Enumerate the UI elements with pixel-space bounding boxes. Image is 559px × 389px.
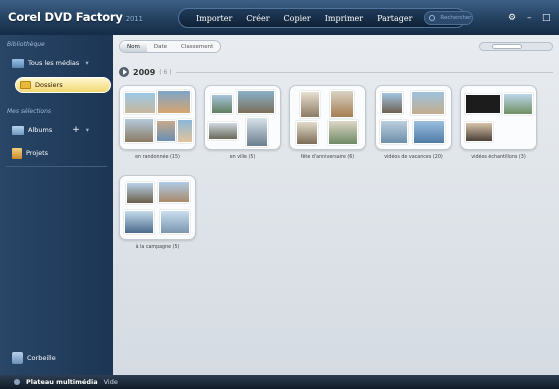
project-icon: [12, 147, 22, 159]
album-card[interactable]: vidéos de vacances (20): [375, 85, 452, 160]
album-label: en randonnée (15): [135, 155, 180, 160]
album-thumbnail[interactable]: [119, 85, 196, 150]
album-card[interactable]: à la campagne (5): [119, 175, 196, 250]
album-thumbnail[interactable]: [204, 85, 281, 150]
media-icon: [12, 58, 24, 68]
chevron-down-icon[interactable]: ▾: [86, 126, 89, 134]
sidebar-item-trash[interactable]: Corbeille: [12, 350, 56, 366]
photo-thumb: [156, 120, 176, 142]
tab-name[interactable]: Nom: [120, 41, 147, 52]
media-tray-bar[interactable]: Plateau multimédia Vide: [0, 375, 559, 389]
minimize-button[interactable]: –: [527, 13, 532, 23]
tab-date[interactable]: Date: [147, 41, 174, 52]
zoom-slider-knob[interactable]: [492, 44, 522, 49]
search-placeholder: Rechercher: [440, 15, 472, 21]
photo-thumb: [328, 120, 358, 145]
photo-thumb: [208, 122, 238, 140]
app-title: Corel DVD Factory 2011: [8, 10, 143, 24]
photo-thumb: [158, 181, 190, 203]
album-label: vidéos de vacances (20): [384, 155, 443, 160]
album-thumbnail[interactable]: [119, 175, 196, 240]
sidebar-item-projects[interactable]: Projets: [12, 146, 48, 160]
photo-thumb: [124, 118, 154, 143]
trash-icon: [12, 352, 23, 364]
year-label: 2009: [133, 67, 156, 77]
album-icon: [12, 125, 24, 135]
menu-partager[interactable]: Partager: [370, 14, 419, 23]
album-thumbnail[interactable]: [375, 85, 452, 150]
menu-creer[interactable]: Créer: [239, 14, 276, 23]
maximize-button[interactable]: □: [542, 13, 551, 23]
content-area: Nom Date Classement 2009 ( 6 ) en randon…: [113, 35, 559, 375]
video-thumb: [465, 122, 493, 142]
album-label: fête d'anniversaire (6): [300, 155, 355, 160]
year-group-header: 2009 ( 6 ): [119, 66, 553, 78]
photo-thumb: [177, 119, 193, 143]
sort-tabs: Nom Date Classement: [119, 40, 222, 53]
photo-thumb: [381, 92, 403, 114]
album-card[interactable]: fête d'anniversaire (6): [289, 85, 366, 160]
menu-importer[interactable]: Importer: [189, 14, 239, 23]
photo-thumb: [380, 120, 408, 144]
photo-thumb: [330, 90, 354, 118]
folder-icon: [20, 81, 31, 89]
album-thumbnail[interactable]: [460, 85, 537, 150]
tray-icon: [14, 379, 20, 385]
photo-thumb: [237, 90, 275, 114]
video-thumb: [465, 94, 501, 114]
photo-thumb: [296, 121, 318, 145]
zoom-slider[interactable]: [479, 42, 553, 51]
add-album-icon[interactable]: +: [72, 125, 80, 135]
year-count: ( 6 ): [159, 68, 172, 76]
library-label: Bibliothèque: [7, 41, 45, 48]
settings-icon[interactable]: ⚙: [508, 13, 516, 23]
album-card[interactable]: en ville (5): [204, 85, 281, 160]
play-icon[interactable]: [119, 67, 129, 77]
photo-thumb: [411, 91, 445, 115]
album-label: en ville (5): [229, 155, 256, 160]
menu-imprimer[interactable]: Imprimer: [318, 14, 370, 23]
tab-rating[interactable]: Classement: [174, 41, 220, 52]
album-thumbnail[interactable]: [289, 85, 366, 150]
photo-thumb: [126, 182, 154, 204]
photo-thumb: [413, 120, 445, 144]
menu-copier[interactable]: Copier: [277, 14, 318, 23]
photo-thumb: [124, 210, 154, 234]
photo-thumb: [246, 117, 268, 147]
title-bar: Corel DVD Factory 2011 Importer Créer Cop…: [0, 0, 559, 35]
main-menu: Importer Créer Copier Imprimer Partager …: [178, 8, 473, 28]
search-icon: [429, 15, 436, 21]
divider: [175, 71, 553, 73]
photo-thumb: [211, 94, 233, 114]
sidebar: Bibliothèque Tous les médias ▾ Dossiers …: [0, 35, 113, 375]
media-tray-label: Plateau multimédia: [26, 378, 98, 386]
sidebar-item-all-media[interactable]: Tous les médias ▾: [12, 56, 89, 70]
selections-label: Mes sélections: [7, 108, 51, 115]
search-input[interactable]: Rechercher: [424, 11, 473, 25]
album-card[interactable]: en randonnée (15): [119, 85, 196, 160]
photo-thumb: [124, 92, 156, 114]
sidebar-item-folders[interactable]: Dossiers: [15, 77, 111, 93]
photo-thumb: [157, 90, 191, 114]
sidebar-item-albums[interactable]: Albums + ▾: [12, 123, 89, 137]
album-label: à la campagne (5): [135, 245, 180, 250]
media-tray-status: Vide: [103, 378, 118, 386]
photo-thumb: [300, 91, 320, 118]
album-label: vidéos échantillons (3): [471, 155, 526, 160]
divider: [6, 166, 107, 167]
video-thumb: [503, 93, 533, 115]
album-card[interactable]: vidéos échantillons (3): [460, 85, 537, 160]
chevron-down-icon[interactable]: ▾: [85, 59, 88, 67]
photo-thumb: [160, 210, 190, 234]
